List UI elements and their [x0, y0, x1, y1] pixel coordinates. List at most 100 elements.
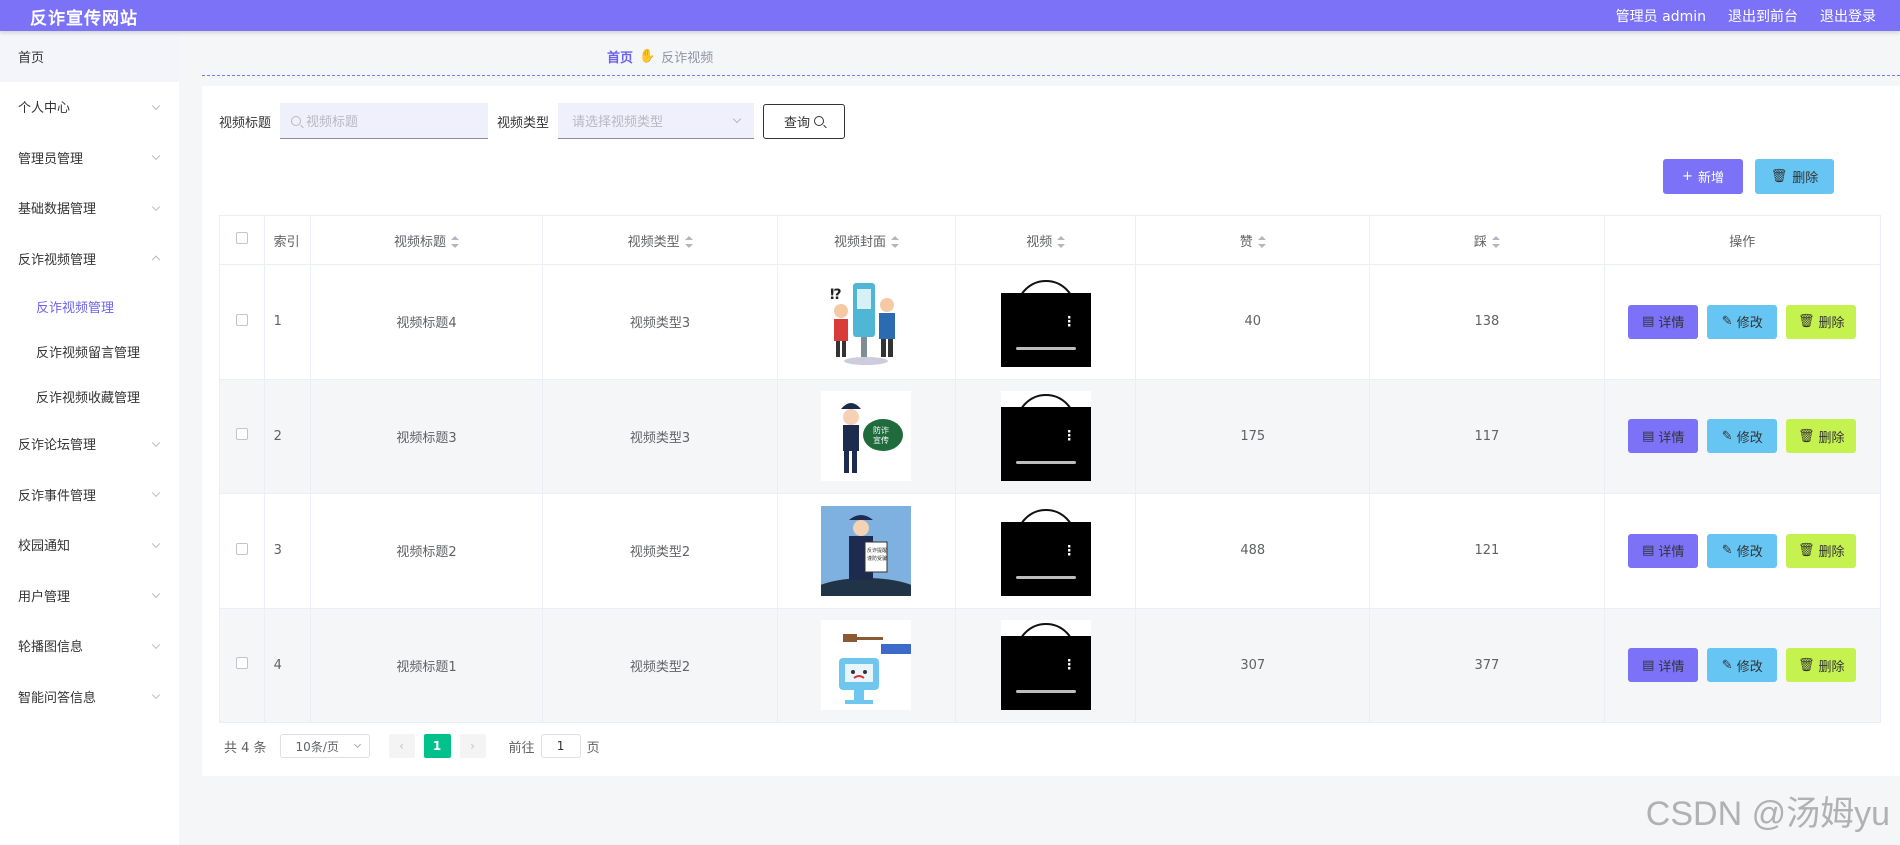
video-player[interactable]: · · ·	[1000, 276, 1091, 367]
add-button[interactable]: + 新增	[1663, 159, 1743, 194]
hand-icon: ✋	[639, 49, 656, 64]
col-type-label: 视频类型	[627, 234, 680, 250]
more-options-icon[interactable]: · · ·	[1067, 541, 1072, 562]
sidebar-item-basic-data[interactable]: 基础数据管理	[0, 183, 179, 234]
admin-user-link[interactable]: 管理员 admin	[1616, 6, 1706, 26]
row-select-cell	[219, 264, 265, 380]
video-player[interactable]: · · ·	[1000, 505, 1091, 596]
sidebar-item-events[interactable]: 反诈事件管理	[0, 469, 179, 520]
prev-page-button[interactable]: ‹	[388, 734, 415, 758]
delete-button[interactable]: 🗑 删除	[1786, 533, 1857, 568]
video-progress-bar[interactable]	[1015, 346, 1076, 350]
sort-icon[interactable]	[1257, 236, 1266, 248]
pencil-icon: ✎	[1721, 543, 1733, 559]
sidebar-item-carousel[interactable]: 轮播图信息	[0, 621, 179, 672]
site-brand[interactable]: 反诈宣传网站	[30, 4, 138, 29]
col-cover[interactable]: 视频封面	[776, 215, 957, 265]
title-search-input[interactable]: 视频标题	[280, 103, 489, 139]
sidebar-item-home[interactable]: 首页	[0, 31, 179, 82]
col-cover-label: 视频封面	[833, 234, 886, 250]
col-title[interactable]: 视频标题	[309, 215, 544, 265]
goto-page-input[interactable]: 1	[540, 734, 581, 758]
video-player[interactable]: · · ·	[1000, 391, 1091, 482]
cover-thumbnail[interactable]: 防诈 宣传	[821, 391, 912, 482]
sidebar-item-label: 智能问答信息	[18, 690, 97, 706]
detail-button[interactable]: ▤ 详情	[1628, 419, 1699, 454]
row-checkbox[interactable]	[235, 542, 248, 555]
video-progress-bar[interactable]	[1015, 575, 1076, 579]
sidebar-item-forum[interactable]: 反诈论坛管理	[0, 419, 179, 470]
row-checkbox[interactable]	[235, 428, 248, 441]
row-title: 视频标题4	[309, 264, 544, 380]
sort-icon[interactable]	[1057, 236, 1066, 248]
row-cover-cell: ⁉	[776, 264, 957, 380]
row-index: 3	[263, 493, 311, 609]
submenu-item-video-management[interactable]: 反诈视频管理	[0, 284, 179, 329]
sidebar-item-qa[interactable]: 智能问答信息	[0, 671, 179, 722]
page-size-select[interactable]: 10条/页	[279, 734, 370, 758]
video-progress-bar[interactable]	[1015, 461, 1076, 465]
more-options-icon[interactable]: · · ·	[1067, 655, 1072, 676]
more-options-icon[interactable]: · · ·	[1067, 312, 1072, 333]
delete-button[interactable]: 🗑 删除	[1786, 304, 1857, 339]
query-button-label: 查询	[784, 115, 811, 131]
svg-text:反诈提醒: 反诈提醒	[867, 547, 887, 554]
cover-thumbnail[interactable]	[821, 620, 912, 711]
row-likes: 488	[1135, 493, 1371, 609]
delete-button-label: 删除	[1818, 430, 1845, 446]
detail-button[interactable]: ▤ 详情	[1628, 648, 1699, 683]
sort-icon[interactable]	[1491, 236, 1500, 248]
pencil-icon: ✎	[1721, 314, 1733, 330]
sidebar-item-label: 用户管理	[18, 589, 71, 605]
row-checkbox[interactable]	[235, 313, 248, 326]
chevron-down-icon	[151, 640, 161, 649]
col-video[interactable]: 视频	[955, 215, 1137, 265]
more-options-icon[interactable]: · · ·	[1067, 426, 1072, 447]
plus-icon: +	[1682, 169, 1693, 184]
delete-button[interactable]: 🗑 删除	[1786, 648, 1857, 683]
delete-button-label: 删除	[1818, 659, 1845, 675]
video-player[interactable]: · · ·	[1000, 620, 1091, 711]
pagination: 共 4 条 10条/页 ‹ 1 › 前往 1 页	[224, 734, 600, 758]
batch-delete-button[interactable]: 🗑 删除	[1755, 159, 1834, 194]
delete-button[interactable]: 🗑 删除	[1786, 419, 1857, 454]
row-checkbox[interactable]	[235, 657, 248, 670]
select-all-checkbox[interactable]	[235, 232, 248, 244]
sidebar-item-users[interactable]: 用户管理	[0, 570, 179, 621]
edit-button[interactable]: ✎ 修改	[1707, 304, 1778, 339]
edit-button[interactable]: ✎ 修改	[1707, 533, 1778, 568]
exit-to-front-link[interactable]: 退出到前台	[1728, 6, 1798, 26]
sort-icon[interactable]	[684, 236, 693, 248]
row-title: 视频标题1	[309, 607, 544, 723]
submenu-item-video-comments[interactable]: 反诈视频留言管理	[0, 329, 179, 374]
cover-thumbnail[interactable]: 反诈提醒 谨防受骗	[821, 505, 912, 596]
detail-button-label: 详情	[1658, 316, 1685, 332]
col-type[interactable]: 视频类型	[542, 215, 778, 265]
sort-icon[interactable]	[451, 236, 459, 248]
edit-button[interactable]: ✎ 修改	[1707, 419, 1778, 454]
type-select[interactable]: 请选择视频类型	[558, 103, 755, 139]
sidebar-item-campus-notice[interactable]: 校园通知	[0, 520, 179, 571]
query-button[interactable]: 查询	[763, 103, 846, 139]
sidebar-item-admin-management[interactable]: 管理员管理	[0, 132, 179, 183]
sidebar-item-video-management[interactable]: 反诈视频管理	[0, 233, 179, 284]
row-cover-cell	[776, 607, 957, 723]
logout-link[interactable]: 退出登录	[1820, 6, 1876, 26]
page-number-button[interactable]: 1	[423, 734, 451, 758]
col-dislikes[interactable]: 踩	[1369, 215, 1605, 265]
sidebar-item-label: 个人中心	[18, 101, 71, 117]
col-likes[interactable]: 赞	[1135, 215, 1371, 265]
row-video-cell: · · ·	[955, 378, 1137, 494]
edit-button-label: 修改	[1736, 430, 1763, 446]
next-page-button[interactable]: ›	[459, 734, 486, 758]
submenu-item-video-favorites[interactable]: 反诈视频收藏管理	[0, 374, 179, 419]
detail-button[interactable]: ▤ 详情	[1628, 533, 1699, 568]
breadcrumb-home[interactable]: 首页	[607, 47, 633, 66]
sort-icon[interactable]	[890, 236, 899, 248]
cover-thumbnail[interactable]: ⁉	[821, 276, 912, 367]
edit-button[interactable]: ✎ 修改	[1707, 648, 1778, 683]
video-progress-bar[interactable]	[1015, 690, 1076, 694]
sidebar-item-personal-center[interactable]: 个人中心	[0, 82, 179, 133]
detail-button[interactable]: ▤ 详情	[1628, 304, 1699, 339]
sidebar-item-label: 管理员管理	[18, 151, 84, 167]
